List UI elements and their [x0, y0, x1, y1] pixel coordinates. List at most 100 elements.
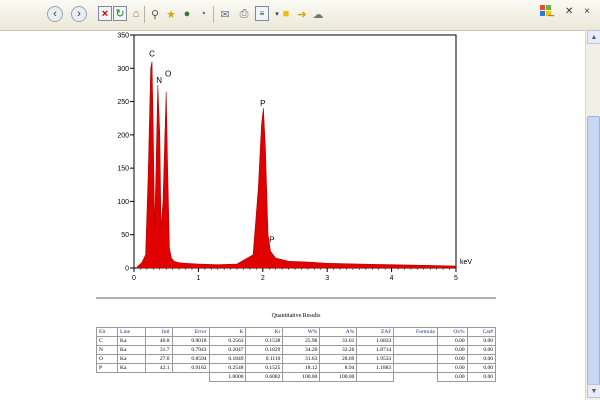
favorites-icon[interactable]: ★	[163, 6, 179, 22]
column-header: Cat#	[466, 327, 497, 337]
stop-icon[interactable]: ×	[98, 6, 112, 21]
table-cell: 0.00	[436, 336, 468, 346]
y-tick-label: 350	[117, 33, 129, 40]
messenger-icon[interactable]: ☁	[310, 6, 326, 22]
table-cell: 0.00	[466, 372, 497, 382]
table-cell: 0.00	[466, 354, 497, 364]
edit-icon[interactable]: ≡	[255, 6, 269, 21]
table-cell: 33.26	[319, 345, 358, 355]
y-tick-label: 200	[117, 132, 129, 139]
table-cell: 0.00	[436, 372, 468, 382]
x-axis-label: keV	[460, 259, 472, 266]
peak-label: P	[269, 236, 274, 245]
table-cell	[145, 373, 172, 382]
table-cell: 0.2047	[208, 345, 247, 355]
back-icon[interactable]: ‹	[47, 6, 63, 22]
column-header: W%	[282, 327, 321, 337]
discuss-icon[interactable]: ■	[278, 6, 294, 22]
table-cell	[117, 373, 145, 382]
table-cell: 25.96	[282, 336, 321, 346]
spectrum-chart: 0 50 100 150 200 250 300 350 0 1 2 3 4 5 keV C NO P P	[117, 33, 472, 283]
column-header: Intl	[144, 327, 173, 337]
plot-area: 0 50 100 150 200 250 300 350 0 1 2 3 4 5 keV C NO P P	[117, 33, 472, 283]
mail-icon[interactable]: ✉	[217, 6, 233, 22]
history-icon[interactable]: ◔	[195, 6, 211, 22]
y-tick-label: 300	[117, 66, 129, 73]
table-cell: 42.1	[144, 363, 173, 373]
table-cell: 0.9018	[171, 336, 210, 346]
table-cell: 34.26	[282, 345, 321, 355]
column-header: Line	[116, 327, 146, 337]
refresh-icon[interactable]: ↻	[113, 6, 127, 21]
scroll-down-button[interactable]: ▼	[587, 384, 600, 398]
table-cell: 0.00	[466, 363, 497, 373]
table-cell	[393, 336, 438, 346]
table-cell: 0.2548	[208, 363, 247, 373]
y-tick-label: 0	[125, 266, 129, 273]
research-icon[interactable]: ➔	[294, 6, 310, 22]
column-header: Formula	[393, 327, 438, 337]
table-cell: O	[96, 354, 118, 364]
table-cell: P	[96, 363, 118, 373]
table-cell: 0.1110	[245, 354, 284, 364]
x-tick-label: 5	[454, 275, 458, 282]
table-cell: 1.0000	[208, 372, 247, 382]
table-cell: 100.00	[282, 372, 321, 382]
table-cell: Ka	[116, 354, 146, 364]
window-controls[interactable]: _ ✕ ×	[549, 6, 594, 17]
section-divider	[96, 297, 496, 299]
table-cell: 33.01	[319, 336, 358, 346]
x-tick-label: 0	[132, 275, 136, 282]
table-cell: 0.1829	[245, 345, 284, 355]
table-cell: 31.7	[144, 345, 173, 355]
table-row: O Ka 27.0 0.8594 0.1849 0.1110 31.63 28.69 1.953…	[96, 354, 497, 364]
results-header-row: Elt Line Intl Error K Kr W% A% ZAF Formula Ox% Cat#	[96, 327, 497, 337]
table-cell: 0.9162	[171, 363, 210, 373]
results-title: Quantitative Results	[271, 313, 321, 319]
table-cell: 0.00	[466, 336, 497, 346]
table-cell: 1.6833	[356, 336, 395, 346]
plot-frame	[133, 34, 457, 269]
table-cell: 0.00	[436, 363, 468, 373]
table-cell	[393, 345, 438, 355]
column-header: Error	[171, 327, 210, 337]
forward-icon[interactable]: ›	[71, 6, 87, 22]
table-cell	[356, 372, 395, 382]
print-icon[interactable]: ⎙	[236, 6, 252, 22]
table-cell: 18.12	[282, 363, 321, 373]
table-cell: 40.8	[144, 336, 173, 346]
table-cell: 0.7943	[171, 345, 210, 355]
table-cell: N	[96, 345, 118, 355]
table-cell: 0.1538	[245, 336, 284, 346]
column-header: ZAF	[356, 327, 395, 337]
table-cell: C	[96, 336, 118, 346]
search-icon[interactable]: ⚲	[147, 6, 163, 22]
y-tick-label: 250	[117, 99, 129, 106]
y-tick-label: 100	[117, 199, 129, 206]
results-table: Elt Line Intl Error K Kr W% A% ZAF Formula Ox% Cat#…	[96, 327, 497, 382]
home-icon[interactable]: ⌂	[128, 6, 144, 22]
scroll-thumb[interactable]	[587, 116, 600, 388]
vertical-scrollbar[interactable]: ▲ ▼	[585, 30, 600, 400]
table-row: C Ka 40.8 0.9018 0.2563 0.1538 25.96 33.01 1.683…	[96, 336, 497, 346]
column-header: A%	[319, 327, 358, 337]
table-row: P Ka 42.1 0.9162 0.2548 0.1525 18.12 8.94 1.1883…	[96, 363, 497, 373]
table-cell: 1.1883	[356, 363, 395, 373]
table-cell: 27.0	[144, 354, 173, 364]
table-cell: Ka	[116, 336, 146, 346]
x-tick-label: 1	[196, 275, 200, 282]
scroll-up-button[interactable]: ▲	[587, 30, 600, 44]
y-tick-label: 150	[117, 166, 129, 173]
table-cell: 0.00	[466, 345, 497, 355]
x-tick-label: 3	[325, 275, 329, 282]
peak-label: C	[149, 49, 155, 58]
table-cell: 0.1525	[245, 363, 284, 373]
table-cell: 28.69	[319, 354, 358, 364]
y-tick-label: 50	[121, 232, 129, 239]
media-icon[interactable]: ●	[179, 6, 195, 22]
table-cell: 31.63	[282, 354, 321, 364]
column-header: Kr	[245, 327, 284, 337]
toolbar-separator	[213, 6, 214, 23]
x-tick-label: 2	[261, 275, 265, 282]
table-cell: 0.2563	[208, 336, 247, 346]
